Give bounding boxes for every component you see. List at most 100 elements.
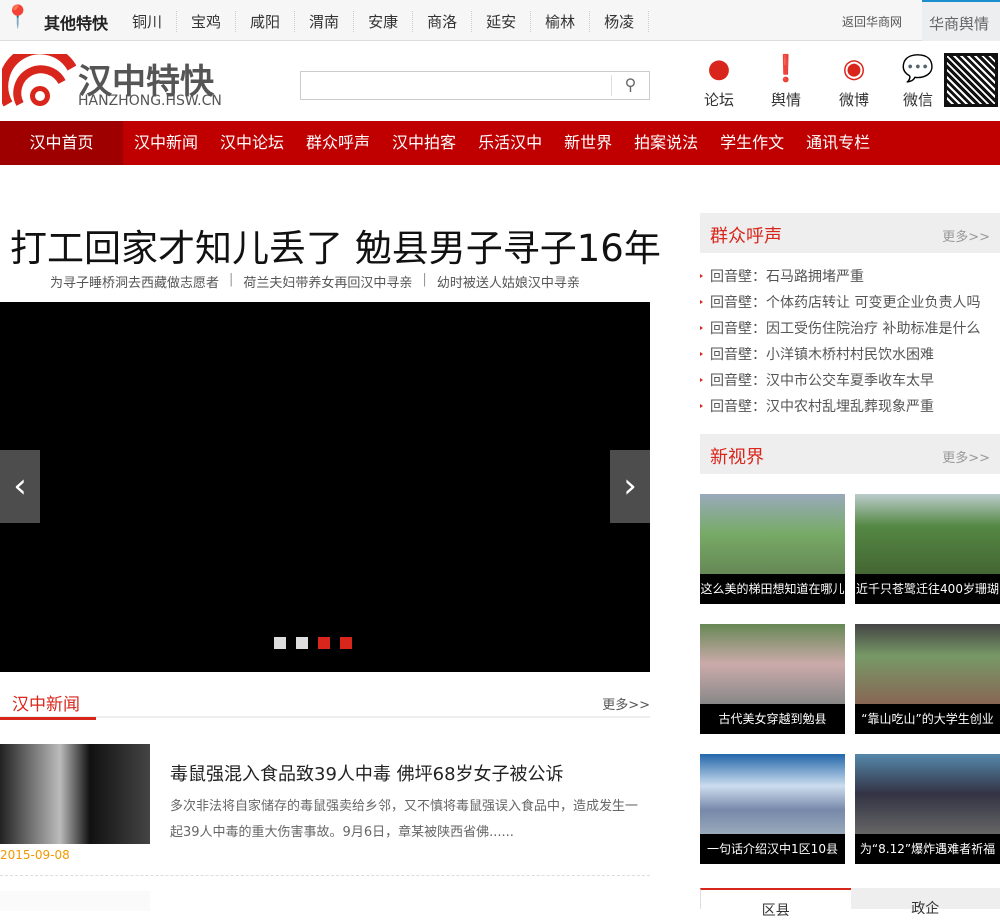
nav-item[interactable]: 汉中新闻 [123, 121, 209, 165]
list-item[interactable]: 回音壁：石马路拥堵严重 [700, 266, 1000, 292]
photo [700, 624, 845, 704]
wechat-link[interactable]: 💬 微信 [896, 52, 940, 110]
news-date: 2015-09-08 [0, 848, 70, 862]
tab-districts[interactable]: 区县 [700, 888, 851, 909]
city-link[interactable]: 安康 [354, 11, 413, 32]
photo-caption: 一句话介绍汉中1区10县 [700, 834, 845, 864]
photo-card[interactable]: 近千只苍鹭迁往400岁珊瑚 [855, 494, 1000, 604]
nav-item[interactable]: 通讯专栏 [795, 121, 881, 165]
nav-item[interactable]: 乐活汉中 [467, 121, 553, 165]
wechat-label: 微信 [896, 89, 940, 110]
sentiment-link[interactable]: ❗ 舆情 [764, 52, 808, 110]
other-label: 其他特快 [44, 10, 108, 34]
list-item[interactable]: 回音壁：汉中农村乱埋乱葬现象严重 [700, 396, 1000, 422]
slider-dot[interactable] [340, 637, 352, 649]
search-icon[interactable]: ⚲ [611, 75, 649, 96]
photo-card[interactable]: 一句话介绍汉中1区10县 [700, 754, 845, 864]
sentiment-label: 舆情 [764, 89, 808, 110]
qr-code [944, 53, 998, 107]
forum-label: 论坛 [697, 89, 741, 110]
news-summary: 多次非法将自家储存的毒鼠强卖给乡邻，又不慎将毒鼠强误入食品中，造成发生一起39人… [170, 794, 650, 846]
city-link[interactable]: 延安 [472, 11, 531, 32]
photo-caption: 近千只苍鹭迁往400岁珊瑚 [855, 574, 1000, 604]
list-item[interactable]: 回音壁：因工受伤住院治疗 补助标准是什么 [700, 318, 1000, 344]
nav-item[interactable]: 汉中论坛 [209, 121, 295, 165]
map-pin-icon: 📍 [4, 5, 31, 30]
nav-item-home[interactable]: 汉中首页 [0, 121, 123, 165]
section-title: 新视界 [710, 443, 764, 469]
slider-dot[interactable] [274, 637, 286, 649]
alert-icon: ❗ [769, 52, 803, 86]
news-thumbnail[interactable] [0, 744, 150, 844]
slider-dot[interactable] [296, 637, 308, 649]
photo [855, 624, 1000, 704]
news-title[interactable]: 毒鼠强混入食品致39人中毒 佛坪68岁女子被公诉 [170, 760, 564, 786]
photo-caption: 为“8.12”爆炸遇难者祈福 [855, 834, 1000, 864]
photo [700, 754, 845, 834]
section-title: 汉中新闻 [0, 690, 96, 720]
news-section-header: 汉中新闻 更多>> [0, 690, 650, 718]
voice-section-header: 群众呼声 更多>> [700, 213, 1000, 253]
voice-list: 回音壁：石马路拥堵严重 回音壁：个体药店转让 可变更企业负责人吗 回音壁：因工受… [700, 266, 1000, 422]
region-tabs: 区县 政企 [700, 888, 1000, 909]
sub-headlines: 为寻子睡桥洞去西藏做志愿者| 荷兰夫妇带养女再回汉中寻亲| 幼时被送人姑娘汉中寻… [40, 272, 590, 291]
image-slider[interactable]: ‹ › [0, 302, 650, 672]
main-nav: 汉中首页 汉中新闻 汉中论坛 群众呼声 汉中拍客 乐活汉中 新世界 拍案说法 学… [0, 121, 1000, 165]
search-input[interactable] [301, 72, 611, 99]
photo-caption: 古代美女穿越到勉县 [700, 704, 845, 734]
city-links: 铜川 宝鸡 咸阳 渭南 安康 商洛 延安 榆林 杨凌 [118, 11, 649, 32]
weibo-label: 微博 [832, 89, 876, 110]
wechat-icon: 💬 [901, 52, 935, 86]
photo-card[interactable]: “靠山吃山”的大学生创业 [855, 624, 1000, 734]
list-item[interactable]: 回音壁：汉中市公交车夏季收车太早 [700, 370, 1000, 396]
back-to-hsw-link[interactable]: 返回华商网 [842, 13, 902, 30]
more-link[interactable]: 更多>> [942, 226, 990, 245]
city-link[interactable]: 商洛 [413, 11, 472, 32]
slider-dot[interactable] [318, 637, 330, 649]
vision-section-header: 新视界 更多>> [700, 434, 1000, 474]
forum-link[interactable]: ● 论坛 [697, 52, 741, 110]
news-thumbnail[interactable] [0, 891, 150, 911]
weibo-icon: ◉ [837, 52, 871, 86]
next-arrow-icon[interactable]: › [610, 450, 650, 523]
city-link[interactable]: 杨凌 [590, 11, 649, 32]
weibo-link[interactable]: ◉ 微博 [832, 52, 876, 110]
sub-headline-link[interactable]: 荷兰夫妇带养女再回汉中寻亲 [233, 272, 422, 291]
city-link[interactable]: 渭南 [295, 11, 354, 32]
nav-item[interactable]: 汉中拍客 [381, 121, 467, 165]
nav-item[interactable]: 群众呼声 [295, 121, 381, 165]
more-link[interactable]: 更多>> [602, 694, 650, 713]
top-bar: 📍 其他特快 铜川 宝鸡 咸阳 渭南 安康 商洛 延安 榆林 杨凌 返回华商网 … [0, 0, 1000, 41]
photo [855, 754, 1000, 834]
tab-government[interactable]: 政企 [851, 888, 1000, 909]
nav-item[interactable]: 学生作文 [709, 121, 795, 165]
list-item[interactable]: 回音壁：小洋镇木桥村村民饮水困难 [700, 344, 1000, 370]
hsyq-link[interactable]: 华商舆情 [922, 0, 1000, 41]
sub-headline-link[interactable]: 为寻子睡桥洞去西藏做志愿者 [40, 272, 229, 291]
photo-caption: “靠山吃山”的大学生创业 [855, 704, 1000, 734]
slider-dots [274, 637, 352, 649]
city-link[interactable]: 宝鸡 [177, 11, 236, 32]
divider [0, 875, 650, 876]
city-link[interactable]: 榆林 [531, 11, 590, 32]
city-link[interactable]: 铜川 [118, 11, 177, 32]
nav-item[interactable]: 拍案说法 [623, 121, 709, 165]
more-link[interactable]: 更多>> [942, 447, 990, 466]
photo-card[interactable]: 为“8.12”爆炸遇难者祈福 [855, 754, 1000, 864]
logo-domain: HANZHONG.HSW.CN [78, 93, 222, 109]
search-box: ⚲ [300, 71, 650, 100]
prev-arrow-icon[interactable]: ‹ [0, 450, 40, 523]
headline-title[interactable]: 打工回家才知儿丢了 勉县男子寻子16年 [10, 218, 661, 272]
nav-item[interactable]: 新世界 [553, 121, 623, 165]
section-title: 群众呼声 [710, 222, 782, 248]
list-item[interactable]: 回音壁：个体药店转让 可变更企业负责人吗 [700, 292, 1000, 318]
city-link[interactable]: 咸阳 [236, 11, 295, 32]
photo [700, 494, 845, 574]
person-icon: ● [702, 52, 736, 86]
photo [855, 494, 1000, 574]
photo-card[interactable]: 古代美女穿越到勉县 [700, 624, 845, 734]
logo-icon[interactable] [2, 54, 76, 110]
sub-headline-link[interactable]: 幼时被送人姑娘汉中寻亲 [427, 272, 590, 291]
photo-card[interactable]: 这么美的梯田想知道在哪儿 [700, 494, 845, 604]
photo-caption: 这么美的梯田想知道在哪儿 [700, 574, 845, 604]
